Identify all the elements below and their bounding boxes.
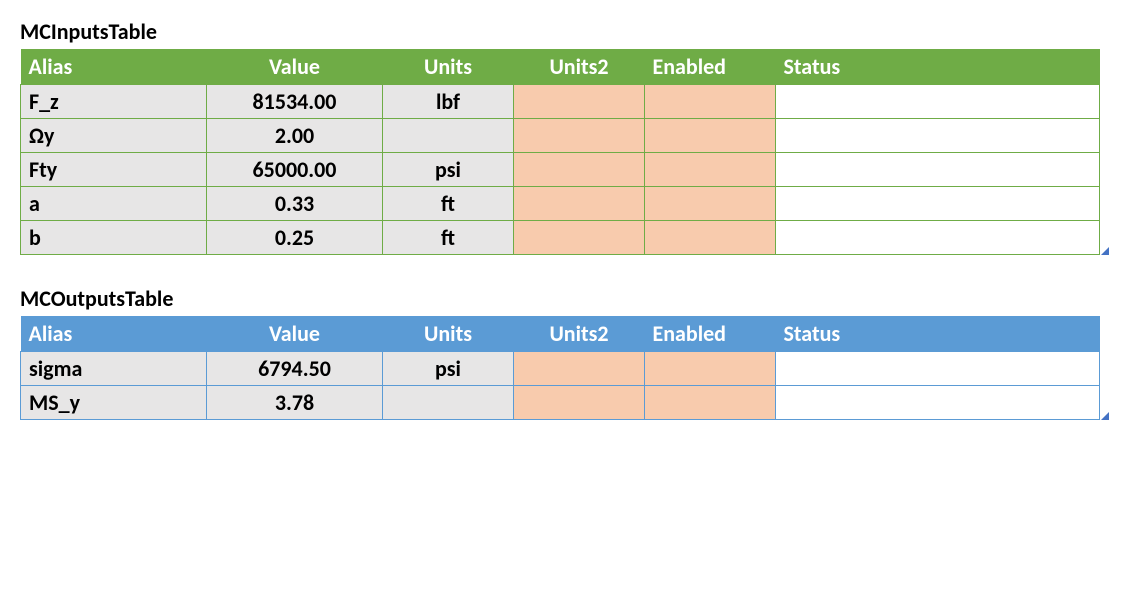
inputs-col-alias: Alias [21,49,207,85]
cell-alias[interactable]: Fty [21,153,207,187]
cell-alias[interactable]: F_z [21,85,207,119]
outputs-header-row: Alias Value Units Units2 Enabled Status [21,316,1100,352]
table-resize-handle-icon[interactable] [1101,412,1109,420]
cell-status[interactable] [776,153,1100,187]
inputs-table-wrap: Alias Value Units Units2 Enabled Status … [20,49,1109,255]
cell-alias[interactable]: sigma [21,352,207,386]
inputs-header-row: Alias Value Units Units2 Enabled Status [21,49,1100,85]
table-row: Ωy 2.00 [21,119,1100,153]
outputs-col-value: Value [207,316,383,352]
outputs-col-units: Units [383,316,514,352]
cell-units[interactable]: psi [383,352,514,386]
table-row: F_z 81534.00 lbf [21,85,1100,119]
inputs-col-status: Status [776,49,1100,85]
cell-value[interactable]: 3.78 [207,386,383,420]
outputs-table-title: MCOutputsTable [20,285,1109,312]
cell-value[interactable]: 65000.00 [207,153,383,187]
cell-units2[interactable] [514,221,645,255]
cell-units[interactable] [383,119,514,153]
cell-enabled[interactable] [645,187,776,221]
inputs-table-title: MCInputsTable [20,18,1109,45]
table-row: a 0.33 ft [21,187,1100,221]
table-row: Fty 65000.00 psi [21,153,1100,187]
cell-status[interactable] [776,221,1100,255]
inputs-col-value: Value [207,49,383,85]
cell-status[interactable] [776,386,1100,420]
cell-units2[interactable] [514,187,645,221]
cell-units2[interactable] [514,153,645,187]
cell-units[interactable] [383,386,514,420]
cell-alias[interactable]: Ωy [21,119,207,153]
cell-enabled[interactable] [645,119,776,153]
cell-alias[interactable]: b [21,221,207,255]
cell-alias[interactable]: a [21,187,207,221]
outputs-col-alias: Alias [21,316,207,352]
cell-units2[interactable] [514,386,645,420]
outputs-table-wrap: Alias Value Units Units2 Enabled Status … [20,316,1109,420]
cell-value[interactable]: 6794.50 [207,352,383,386]
cell-value[interactable]: 2.00 [207,119,383,153]
outputs-col-enabled: Enabled [645,316,776,352]
cell-status[interactable] [776,187,1100,221]
cell-enabled[interactable] [645,352,776,386]
cell-units[interactable]: psi [383,153,514,187]
cell-units[interactable]: ft [383,187,514,221]
cell-value[interactable]: 0.25 [207,221,383,255]
inputs-col-enabled: Enabled [645,49,776,85]
cell-enabled[interactable] [645,221,776,255]
cell-units2[interactable] [514,119,645,153]
cell-alias[interactable]: MS_y [21,386,207,420]
cell-units[interactable]: lbf [383,85,514,119]
cell-value[interactable]: 81534.00 [207,85,383,119]
inputs-col-units: Units [383,49,514,85]
cell-enabled[interactable] [645,85,776,119]
table-row: b 0.25 ft [21,221,1100,255]
table-row: sigma 6794.50 psi [21,352,1100,386]
cell-status[interactable] [776,85,1100,119]
table-resize-handle-icon[interactable] [1101,247,1109,255]
cell-units[interactable]: ft [383,221,514,255]
cell-enabled[interactable] [645,153,776,187]
inputs-col-units2: Units2 [514,49,645,85]
outputs-col-status: Status [776,316,1100,352]
cell-units2[interactable] [514,85,645,119]
cell-status[interactable] [776,119,1100,153]
cell-value[interactable]: 0.33 [207,187,383,221]
inputs-table: Alias Value Units Units2 Enabled Status … [20,49,1100,255]
outputs-col-units2: Units2 [514,316,645,352]
outputs-table: Alias Value Units Units2 Enabled Status … [20,316,1100,420]
cell-enabled[interactable] [645,386,776,420]
table-row: MS_y 3.78 [21,386,1100,420]
cell-status[interactable] [776,352,1100,386]
cell-units2[interactable] [514,352,645,386]
